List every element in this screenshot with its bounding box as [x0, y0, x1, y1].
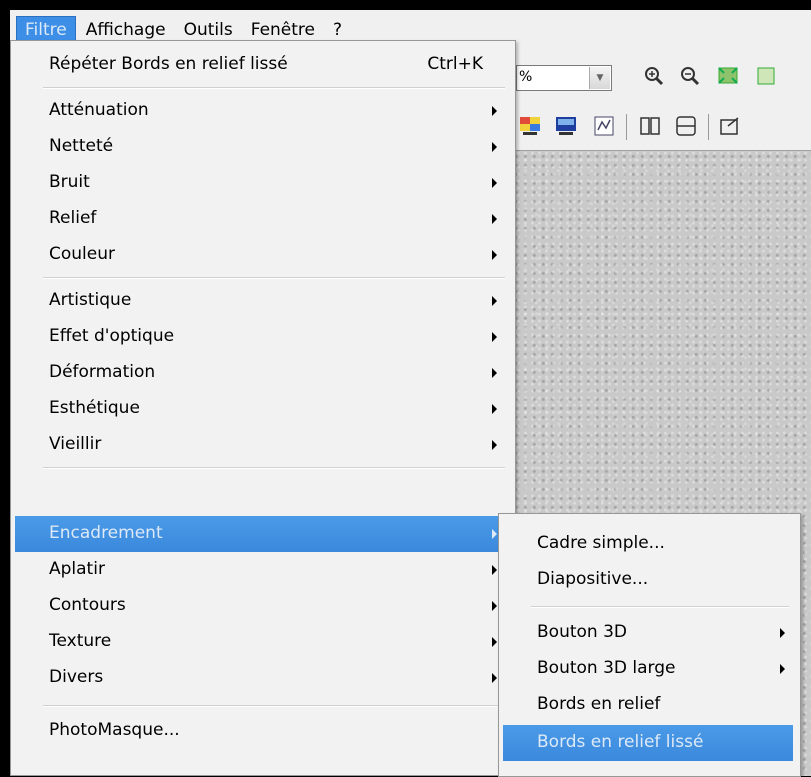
- menu-item-relief[interactable]: Relief: [15, 201, 511, 237]
- submenu-item-cadre-simple[interactable]: Cadre simple...: [503, 526, 793, 562]
- filtre-dropdown-menu: Répéter Bords en relief lissé Ctrl+K Att…: [10, 40, 516, 776]
- chevron-right-icon: [492, 332, 497, 342]
- chevron-right-icon: [492, 673, 497, 683]
- zoom-combo[interactable]: % ▼: [516, 65, 612, 91]
- encadrement-submenu: Cadre simple... Diapositive... Bouton 3D…: [498, 513, 801, 777]
- chevron-right-icon: [492, 404, 497, 414]
- menu-item-label: Bruit: [49, 172, 90, 192]
- book-icon[interactable]: [638, 114, 662, 138]
- menu-item-bruit[interactable]: Bruit: [15, 165, 511, 201]
- menu-item-aplatir[interactable]: Aplatir: [15, 552, 511, 588]
- scanner-icon[interactable]: [674, 114, 698, 138]
- toolbar-divider: [708, 114, 709, 140]
- menu-item-deformation[interactable]: Déformation: [15, 355, 511, 391]
- menu-item-esthetique[interactable]: Esthétique: [15, 391, 511, 427]
- menu-separator: [43, 705, 505, 707]
- menu-separator: [43, 87, 505, 89]
- menu-item-texture[interactable]: Texture: [15, 624, 511, 660]
- menu-item-vieillir[interactable]: Vieillir: [15, 427, 511, 463]
- menu-item-label: Répéter Bords en relief lissé: [49, 54, 288, 74]
- menu-item-label: Déformation: [49, 362, 156, 382]
- menu-item-divers[interactable]: Divers: [15, 660, 511, 696]
- toolbar-second: [510, 100, 811, 151]
- menu-item-label: Relief: [49, 208, 97, 228]
- fit-image-icon[interactable]: [716, 64, 740, 88]
- toolbar-top: % ▼: [510, 50, 811, 101]
- menu-item-photomasque[interactable]: PhotoMasque...: [15, 713, 511, 749]
- shortcut-label: Ctrl+K: [427, 54, 483, 74]
- submenu-item-label: Bords en relief: [537, 694, 661, 714]
- chevron-right-icon: [492, 296, 497, 306]
- menu-separator: [43, 467, 505, 469]
- menu-item-label: Atténuation: [49, 100, 149, 120]
- menu-item-label: PhotoMasque...: [49, 720, 180, 740]
- submenu-item-label: Bouton 3D large: [537, 658, 676, 678]
- chevron-right-icon: [492, 142, 497, 152]
- toolbar-divider: [626, 114, 627, 140]
- chevron-right-icon: [780, 664, 785, 674]
- menu-item-label: Contours: [49, 595, 126, 615]
- menu-item-label: Artistique: [49, 290, 132, 310]
- export-icon[interactable]: [718, 114, 742, 138]
- texture-icon[interactable]: [592, 114, 616, 138]
- chevron-right-icon: [492, 368, 497, 378]
- menu-item-label: Vieillir: [49, 434, 102, 454]
- palette-icon[interactable]: [518, 114, 542, 138]
- submenu-item-diapositive[interactable]: Diapositive...: [503, 562, 793, 598]
- submenu-item-bouton-3d-large[interactable]: Bouton 3D large: [503, 651, 793, 687]
- zoom-value: %: [519, 69, 533, 85]
- chevron-right-icon: [492, 637, 497, 647]
- menu-item-repeat[interactable]: Répéter Bords en relief lissé Ctrl+K: [15, 47, 511, 83]
- menu-item-artistique[interactable]: Artistique: [15, 283, 511, 319]
- menu-item-label: Encadrement: [49, 523, 163, 543]
- menu-item-label: Divers: [49, 667, 104, 687]
- menu-item-nettete[interactable]: Netteté: [15, 129, 511, 165]
- submenu-item-label: Bords en relief lissé: [537, 732, 704, 752]
- menu-item-label: Aplatir: [49, 559, 105, 579]
- monitor-icon[interactable]: [554, 114, 578, 138]
- fit-window-icon[interactable]: [754, 64, 778, 88]
- chevron-right-icon: [492, 601, 497, 611]
- menu-item-couleur[interactable]: Couleur: [15, 237, 511, 273]
- submenu-item-bouton-3d[interactable]: Bouton 3D: [503, 615, 793, 651]
- chevron-right-icon: [492, 440, 497, 450]
- submenu-item-bords-relief-lisse[interactable]: Bords en relief lissé: [503, 725, 793, 761]
- menu-item-label: Effet d'optique: [49, 326, 175, 346]
- chevron-right-icon: [492, 214, 497, 224]
- chevron-down-icon[interactable]: ▼: [589, 67, 610, 89]
- menu-item-contours[interactable]: Contours: [15, 588, 511, 624]
- chevron-right-icon: [492, 529, 497, 539]
- chevron-right-icon: [492, 250, 497, 260]
- menu-separator: [531, 606, 789, 608]
- chevron-right-icon: [492, 565, 497, 575]
- menu-item-label: Netteté: [49, 136, 114, 156]
- chevron-right-icon: [492, 106, 497, 116]
- submenu-item-bords-relief[interactable]: Bords en relief: [503, 687, 793, 723]
- zoom-in-icon[interactable]: [642, 64, 666, 88]
- menu-item-attenuation[interactable]: Atténuation: [15, 93, 511, 129]
- menu-item-encadrement[interactable]: Encadrement: [15, 516, 511, 552]
- menu-item-label: Esthétique: [49, 398, 140, 418]
- chevron-right-icon: [492, 178, 497, 188]
- submenu-item-label: Diapositive...: [537, 569, 649, 589]
- submenu-item-label: Cadre simple...: [537, 533, 665, 553]
- zoom-out-icon[interactable]: [678, 64, 702, 88]
- menu-separator: [43, 277, 505, 279]
- menu-item-label: Couleur: [49, 244, 115, 264]
- submenu-item-label: Bouton 3D: [537, 622, 627, 642]
- chevron-right-icon: [780, 628, 785, 638]
- menu-item-effet-optique[interactable]: Effet d'optique: [15, 319, 511, 355]
- menu-item-label: Texture: [49, 631, 112, 651]
